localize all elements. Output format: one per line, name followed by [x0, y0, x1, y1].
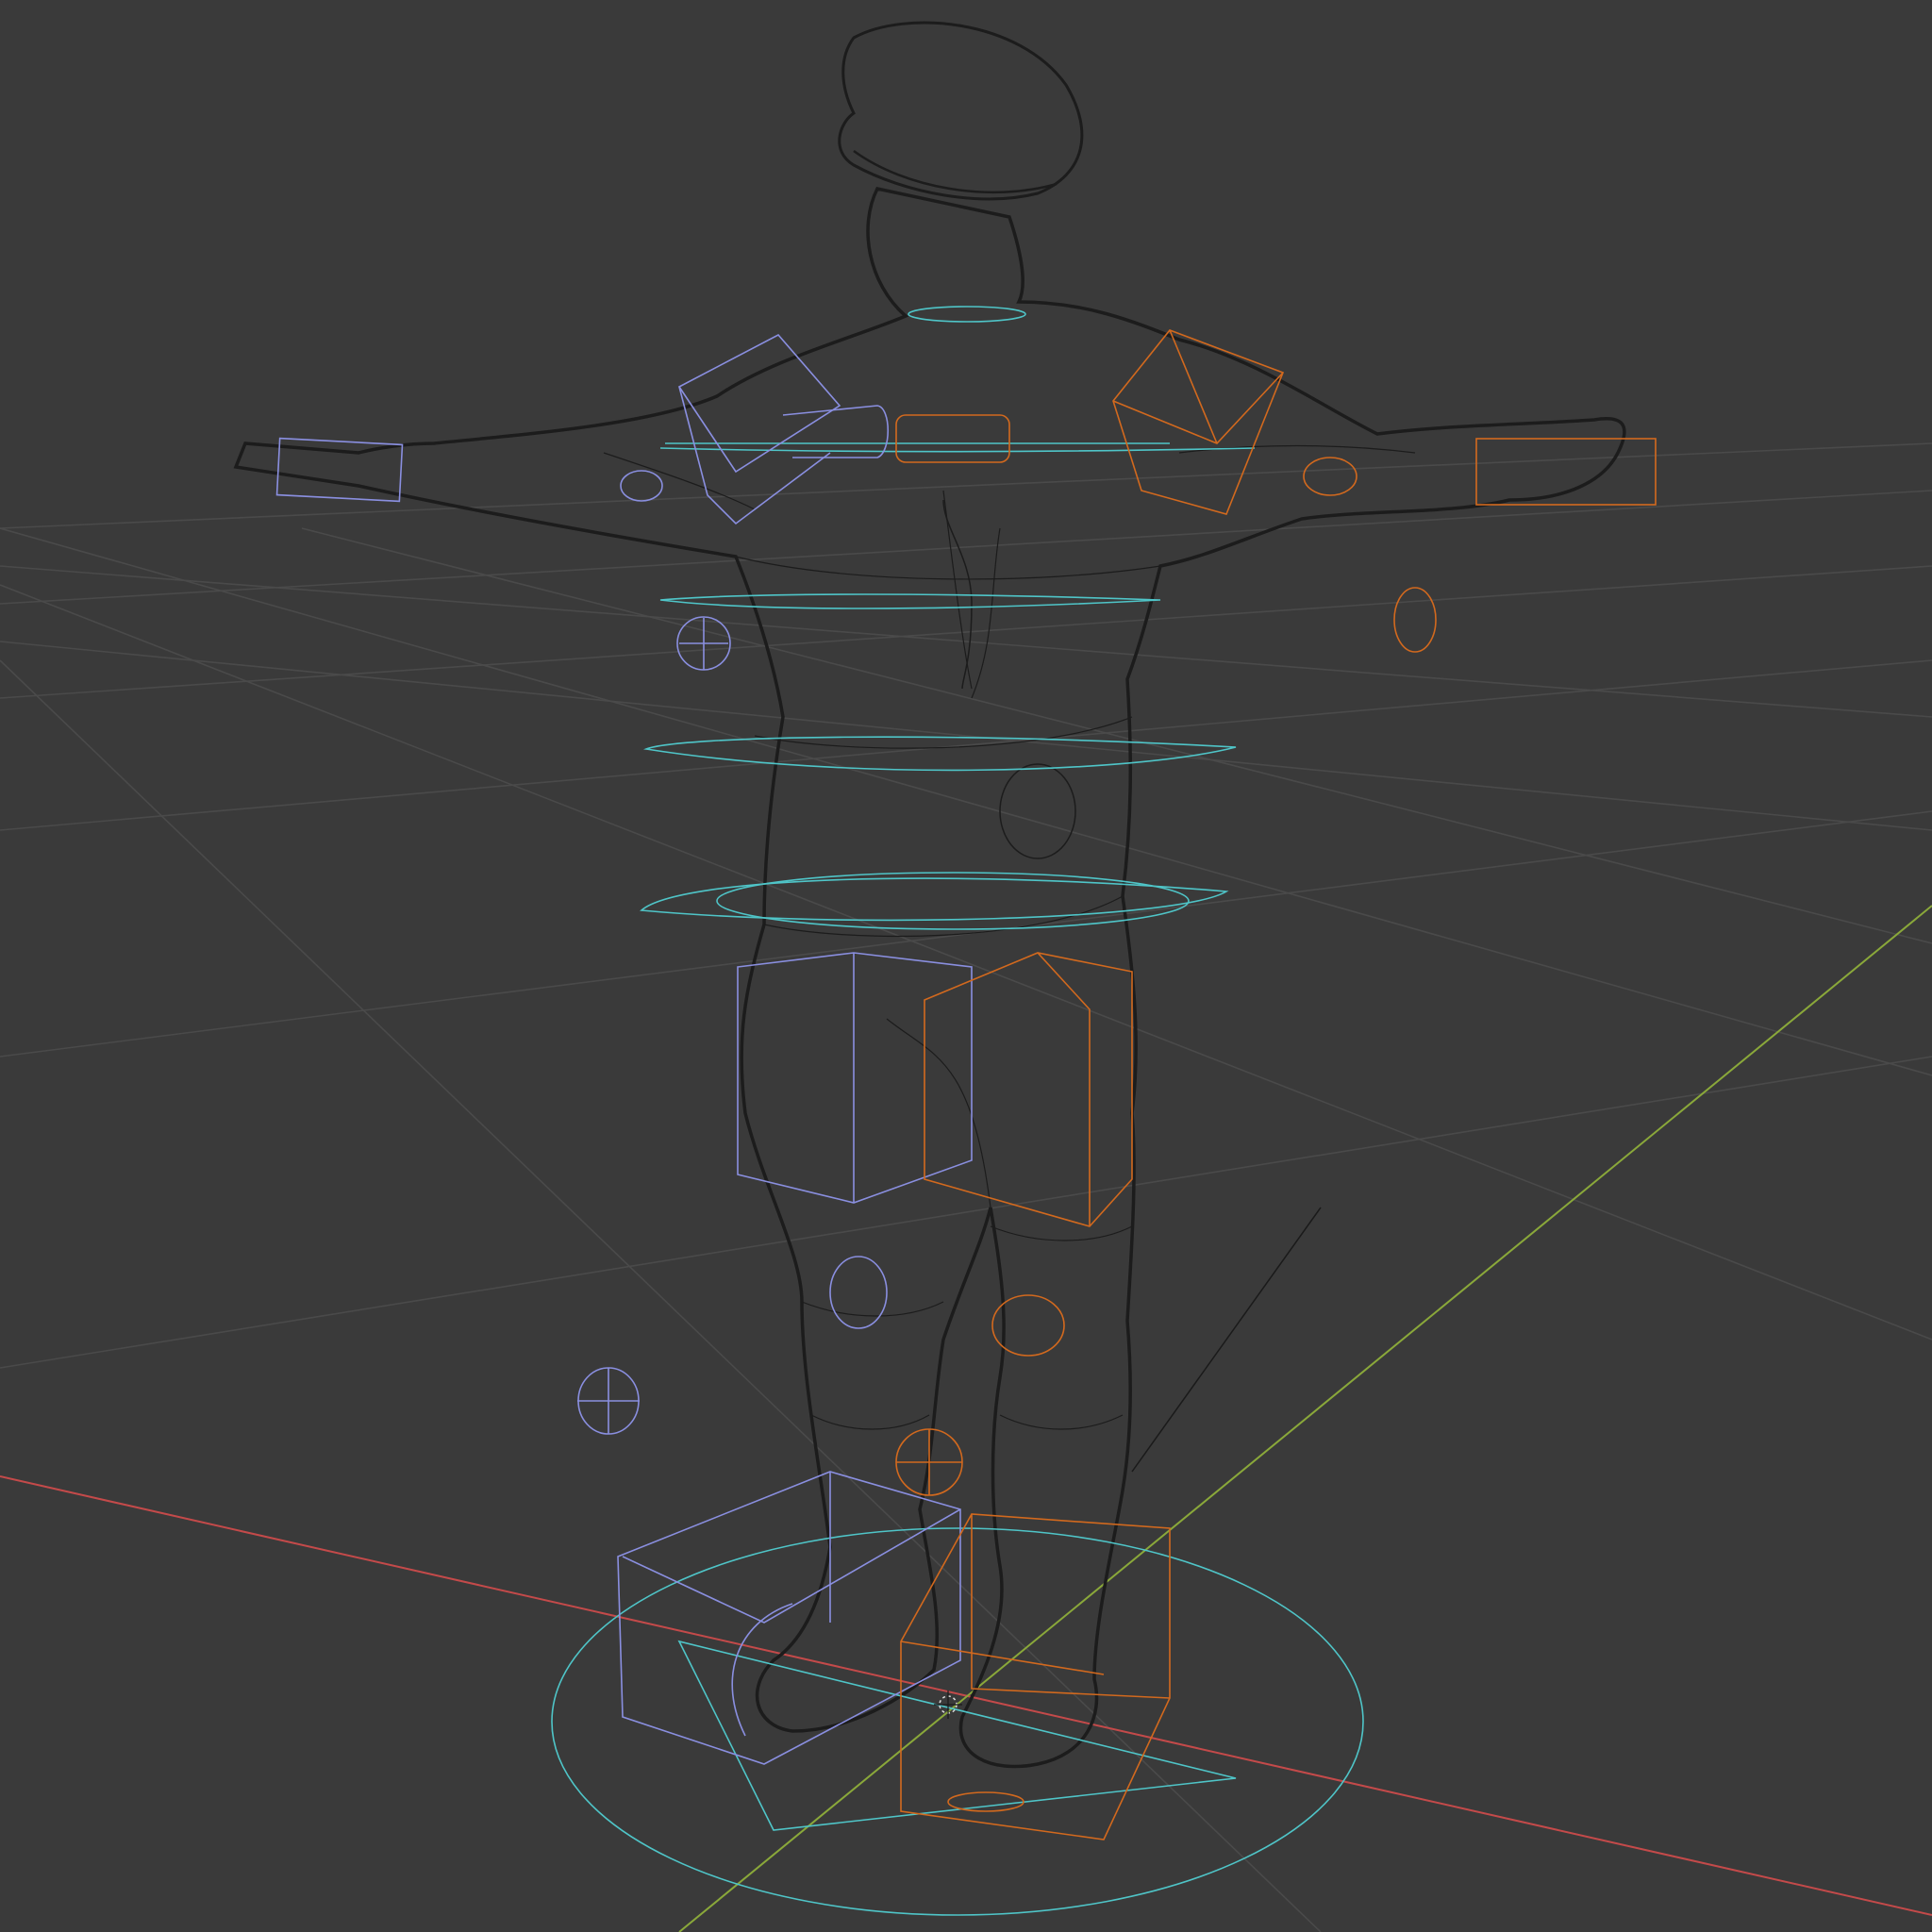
3d-viewport[interactable]: [0, 0, 1932, 1932]
viewport-canvas[interactable]: [0, 0, 1932, 1932]
